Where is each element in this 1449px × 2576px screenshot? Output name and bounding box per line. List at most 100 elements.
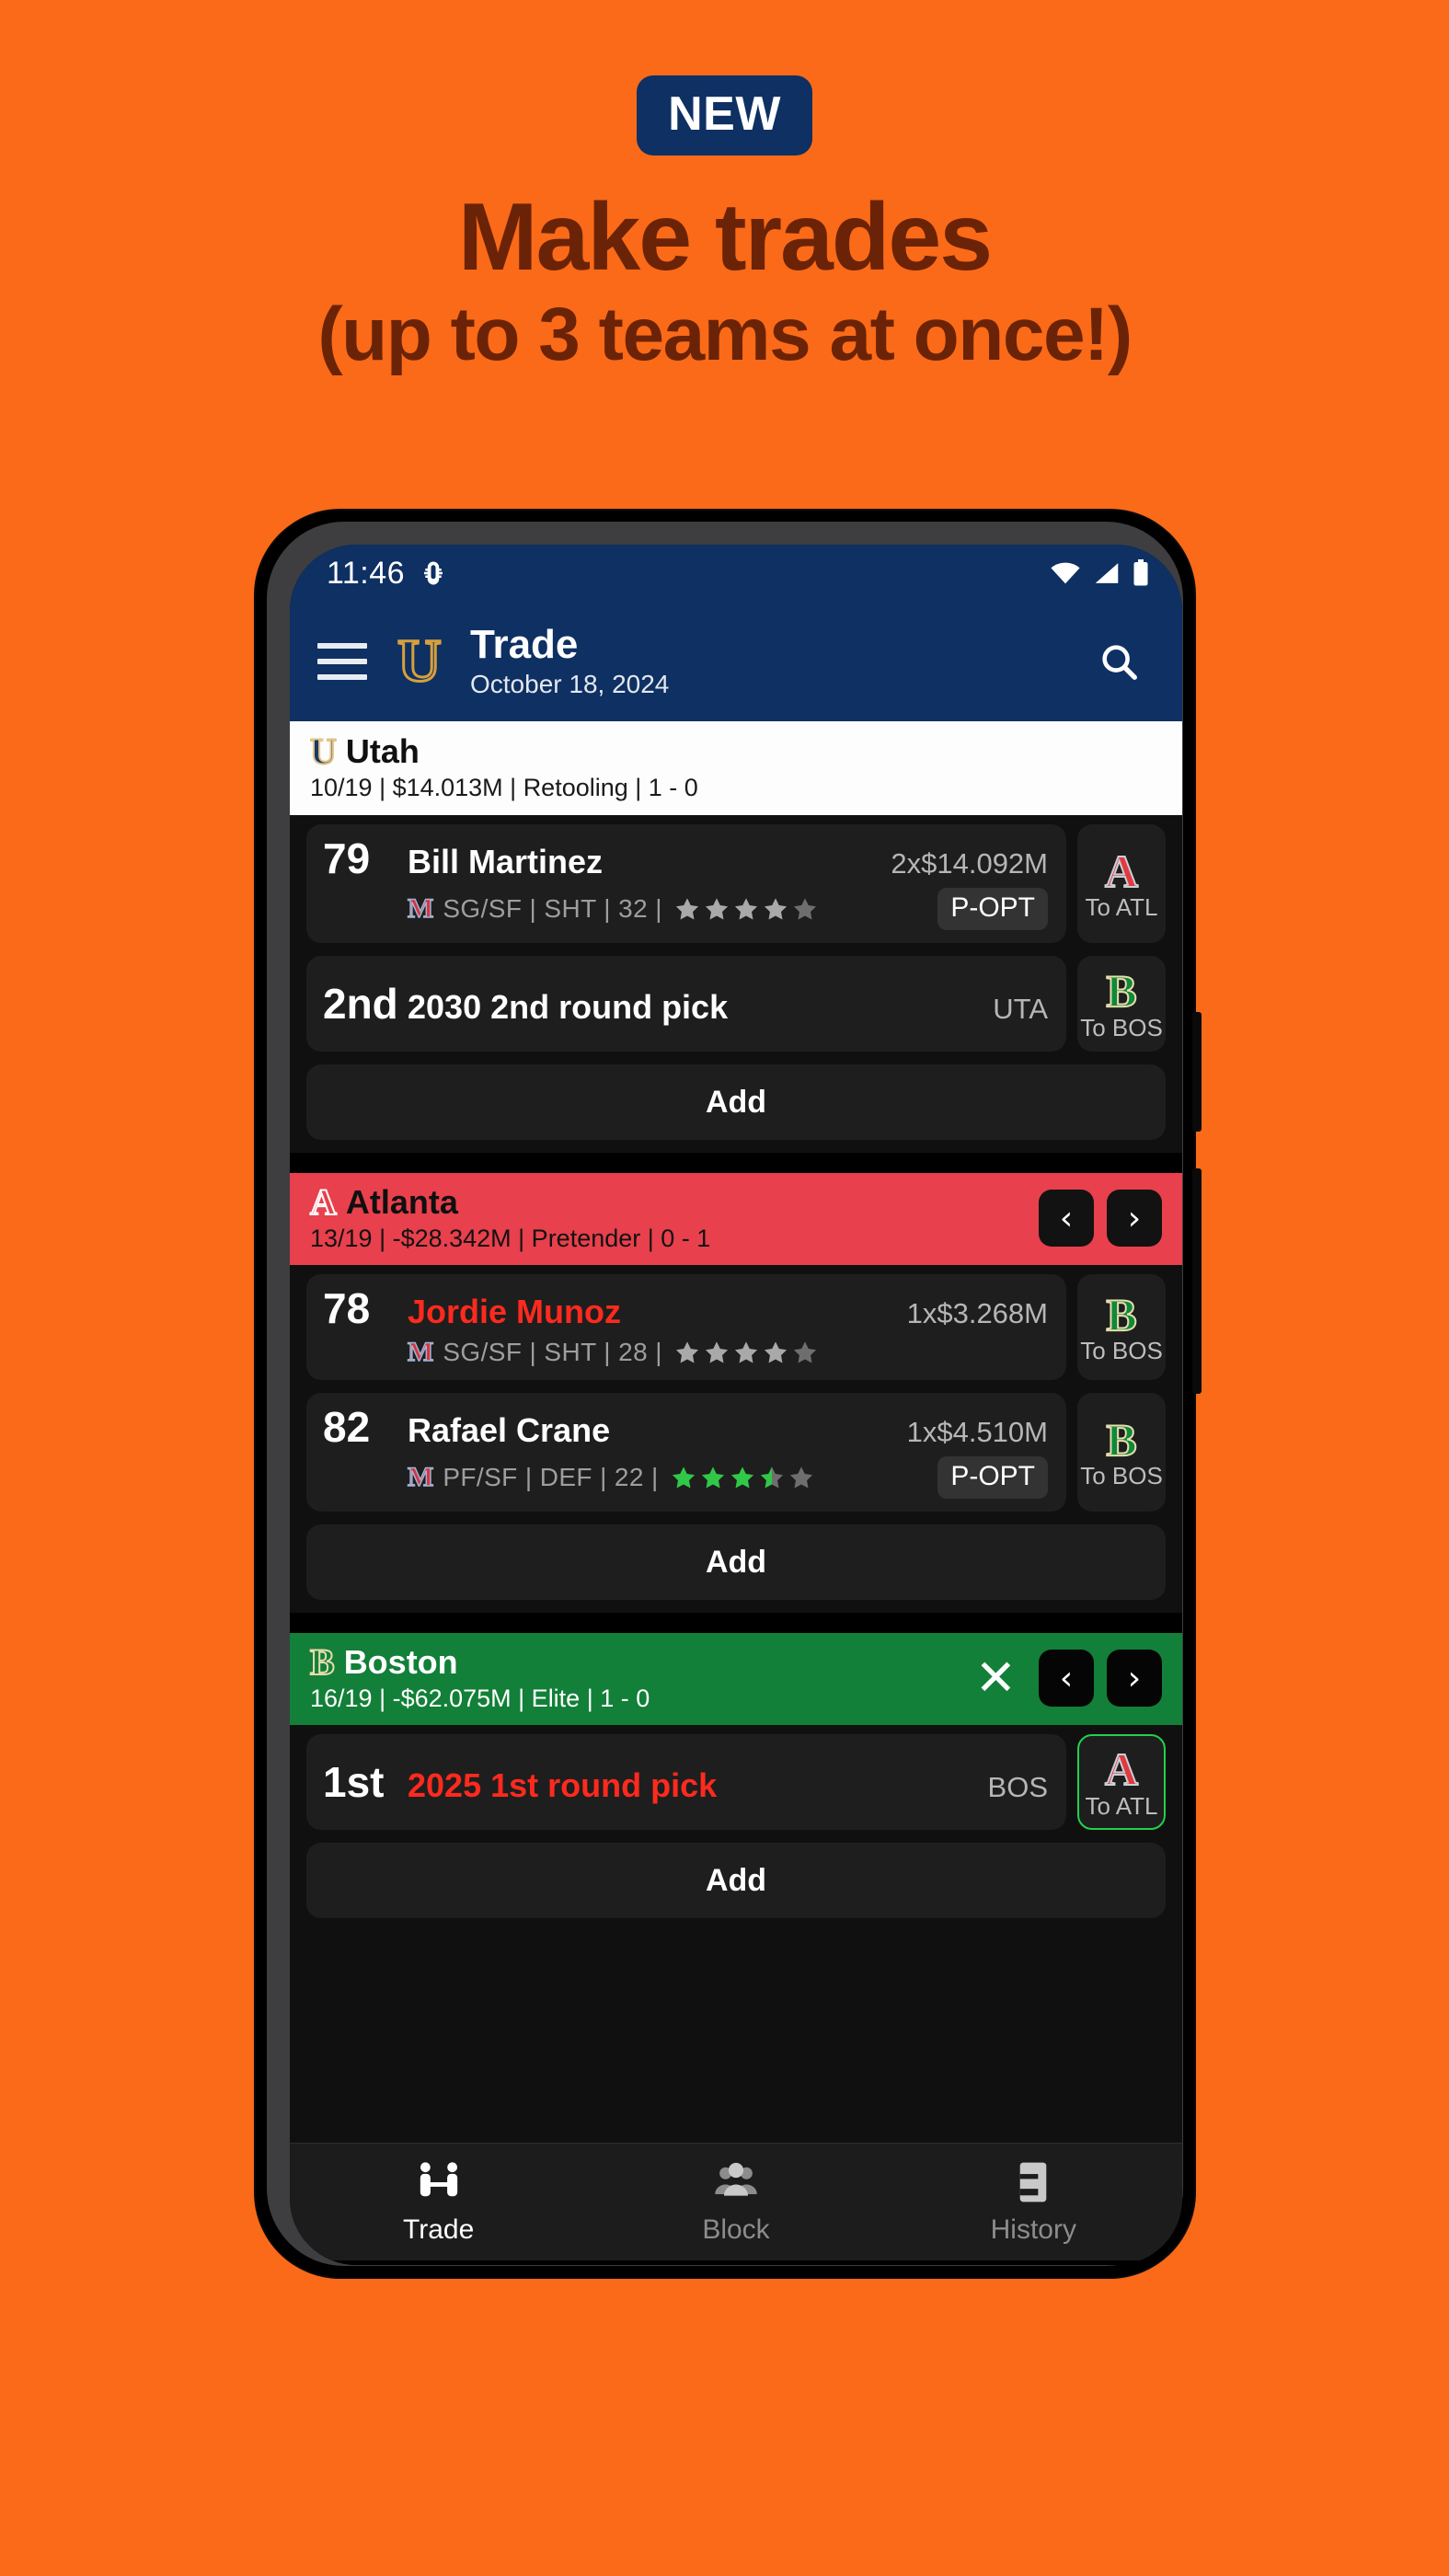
destination-team-logo-icon: B: [1105, 1413, 1137, 1466]
prev-team-button[interactable]: ‹: [1039, 1190, 1094, 1247]
phone-power-button[interactable]: [1192, 1168, 1202, 1394]
destination-label: To BOS: [1080, 1462, 1163, 1490]
signal-icon: [1095, 563, 1119, 583]
rating-star-icon: [764, 897, 787, 919]
asset-list-boston: 1st 2025 1st round pick BOS A To ATL Add: [290, 1725, 1182, 1918]
asset-primary-row: 82 Rafael Crane 1x$4.510M: [323, 1406, 1048, 1449]
player-attributes: SG/SF | SHT | 28 |: [443, 1338, 662, 1366]
asset-primary-row: 1st 2025 1st round pick BOS: [323, 1761, 1048, 1804]
player-team-logo-icon: M: [407, 1337, 434, 1367]
team-header-utah[interactable]: U Utah 10/19 | $14.013M | Retooling | 1 …: [290, 721, 1182, 815]
rating-star-icon: [793, 1340, 816, 1363]
rating-star-icon: [793, 897, 816, 919]
asset-rating: 79: [323, 834, 371, 882]
asset-row: 1st 2025 1st round pick BOS A To ATL: [306, 1734, 1166, 1830]
team-header-actions: ✕ ‹ ›: [975, 1650, 1162, 1707]
next-team-button[interactable]: ›: [1107, 1190, 1162, 1247]
asset-rating: 78: [323, 1284, 371, 1332]
handshake-icon: [420, 2161, 457, 2196]
people-group-icon: [715, 2162, 757, 2196]
asset-destination-button[interactable]: B To BOS: [1077, 1274, 1166, 1380]
player-attributes-row: M PF/SF | DEF | 22 | P-OPT: [323, 1456, 1048, 1499]
player-option-badge[interactable]: P-OPT: [937, 888, 1048, 930]
phone-screen: 11:46 U Trade October 18, 2024 U Utah 10…: [290, 545, 1182, 2265]
player-attributes-row: M SG/SF | SHT | 32 | P-OPT: [323, 888, 1048, 930]
rating-star-icon: [701, 1466, 724, 1488]
bottom-nav-item-history[interactable]: History: [885, 2159, 1182, 2246]
app-bar: U Trade October 18, 2024: [290, 602, 1182, 721]
team-header-boston[interactable]: B Boston 16/19 | -$62.075M | Elite | 1 -…: [290, 1633, 1182, 1725]
team-name: Utah: [345, 732, 420, 770]
asset-destination-button[interactable]: A To ATL: [1077, 1734, 1166, 1830]
hamburger-menu-icon[interactable]: [317, 643, 367, 680]
prev-team-button[interactable]: ‹: [1039, 1650, 1094, 1707]
asset-contract: 1x$4.510M: [906, 1416, 1048, 1448]
app-bar-titles: Trade October 18, 2024: [470, 623, 670, 699]
player-team-logo-icon: M: [407, 893, 434, 924]
asset-contract: UTA: [993, 992, 1048, 1025]
player-attributes: SG/SF | SHT | 32 |: [443, 894, 662, 923]
bottom-nav-label: History: [990, 2214, 1076, 2245]
asset-name: 2030 2nd round pick: [408, 987, 729, 1026]
phone-frame: 11:46 U Trade October 18, 2024 U Utah 10…: [256, 511, 1202, 2277]
rating-star-icon: [672, 1466, 695, 1488]
player-rating-stars: [673, 896, 819, 923]
asset-card[interactable]: 79 Bill Martinez 2x$14.092M M SG/SF | SH…: [306, 824, 1066, 943]
add-asset-button-boston[interactable]: Add: [306, 1843, 1166, 1918]
asset-name: Rafael Crane: [408, 1411, 611, 1449]
rating-star-icon: [675, 897, 698, 919]
asset-destination-button[interactable]: B To BOS: [1077, 956, 1166, 1052]
destination-team-logo-icon: B: [1105, 965, 1137, 1018]
player-attributes-row: M SG/SF | SHT | 28 |: [323, 1338, 1048, 1367]
team-meta: 13/19 | -$28.342M | Pretender | 0 - 1: [310, 1225, 711, 1252]
destination-label: To ATL: [1085, 893, 1158, 922]
asset-row: 78 Jordie Munoz 1x$3.268M M SG/SF | SHT …: [306, 1274, 1166, 1380]
team-header-info: A Atlanta 13/19 | -$28.342M | Pretender …: [309, 1181, 1039, 1253]
page-date: October 18, 2024: [470, 670, 670, 699]
asset-card[interactable]: 78 Jordie Munoz 1x$3.268M M SG/SF | SHT …: [306, 1274, 1066, 1380]
team-header-atlanta[interactable]: A Atlanta 13/19 | -$28.342M | Pretender …: [290, 1173, 1182, 1265]
player-attributes: PF/SF | DEF | 22 |: [443, 1463, 659, 1491]
team-meta: 10/19 | $14.013M | Retooling | 1 - 0: [310, 774, 698, 801]
phone-bezel: 11:46 U Trade October 18, 2024 U Utah 10…: [267, 522, 1183, 2266]
asset-card[interactable]: 1st 2025 1st round pick BOS: [306, 1734, 1066, 1830]
bottom-nav-item-trade[interactable]: Trade: [290, 2159, 587, 2246]
asset-card[interactable]: 82 Rafael Crane 1x$4.510M M PF/SF | DEF …: [306, 1393, 1066, 1512]
book-icon: [1020, 2162, 1047, 2202]
team-name-row: U Utah: [309, 730, 1162, 772]
next-team-button[interactable]: ›: [1107, 1650, 1162, 1707]
asset-contract: 2x$14.092M: [891, 847, 1048, 880]
asset-row: 2nd 2030 2nd round pick UTA B To BOS: [306, 956, 1166, 1052]
player-rating-stars: [673, 1340, 819, 1366]
rating-star-icon: [705, 1340, 728, 1363]
team-logo-icon: B: [309, 1641, 336, 1683]
asset-primary-row: 79 Bill Martinez 2x$14.092M: [323, 837, 1048, 880]
app-logo-icon: U: [397, 627, 443, 695]
status-bar-right: [1050, 559, 1149, 587]
team-logo-icon: U: [309, 730, 338, 772]
team-logo-icon: A: [309, 1181, 338, 1223]
close-icon[interactable]: ✕: [975, 1653, 1017, 1703]
add-asset-button-utah[interactable]: Add: [306, 1064, 1166, 1140]
destination-team-logo-icon: A: [1104, 845, 1139, 897]
asset-destination-button[interactable]: A To ATL: [1077, 824, 1166, 943]
rating-star-icon: [789, 1466, 812, 1488]
rating-star-icon: [760, 1466, 783, 1488]
trade-content: U Utah 10/19 | $14.013M | Retooling | 1 …: [290, 721, 1182, 2143]
phone-volume-button[interactable]: [1192, 1012, 1202, 1132]
team-header-info: U Utah 10/19 | $14.013M | Retooling | 1 …: [309, 730, 1162, 802]
player-option-badge[interactable]: P-OPT: [937, 1456, 1048, 1499]
search-icon[interactable]: [1098, 640, 1140, 683]
new-badge: NEW: [637, 75, 812, 155]
bottom-nav-label: Trade: [403, 2214, 475, 2245]
asset-primary-row: 2nd 2030 2nd round pick UTA: [323, 983, 1048, 1026]
asset-destination-button[interactable]: B To BOS: [1077, 1393, 1166, 1512]
add-asset-button-atlanta[interactable]: Add: [306, 1524, 1166, 1600]
asset-row: 79 Bill Martinez 2x$14.092M M SG/SF | SH…: [306, 824, 1166, 943]
team-name: Boston: [343, 1643, 458, 1681]
destination-team-logo-icon: A: [1104, 1743, 1139, 1796]
section-separator: [290, 1613, 1182, 1633]
asset-card[interactable]: 2nd 2030 2nd round pick UTA: [306, 956, 1066, 1052]
status-bar-left: 11:46: [327, 556, 447, 592]
bottom-nav-item-block[interactable]: Block: [587, 2159, 884, 2246]
